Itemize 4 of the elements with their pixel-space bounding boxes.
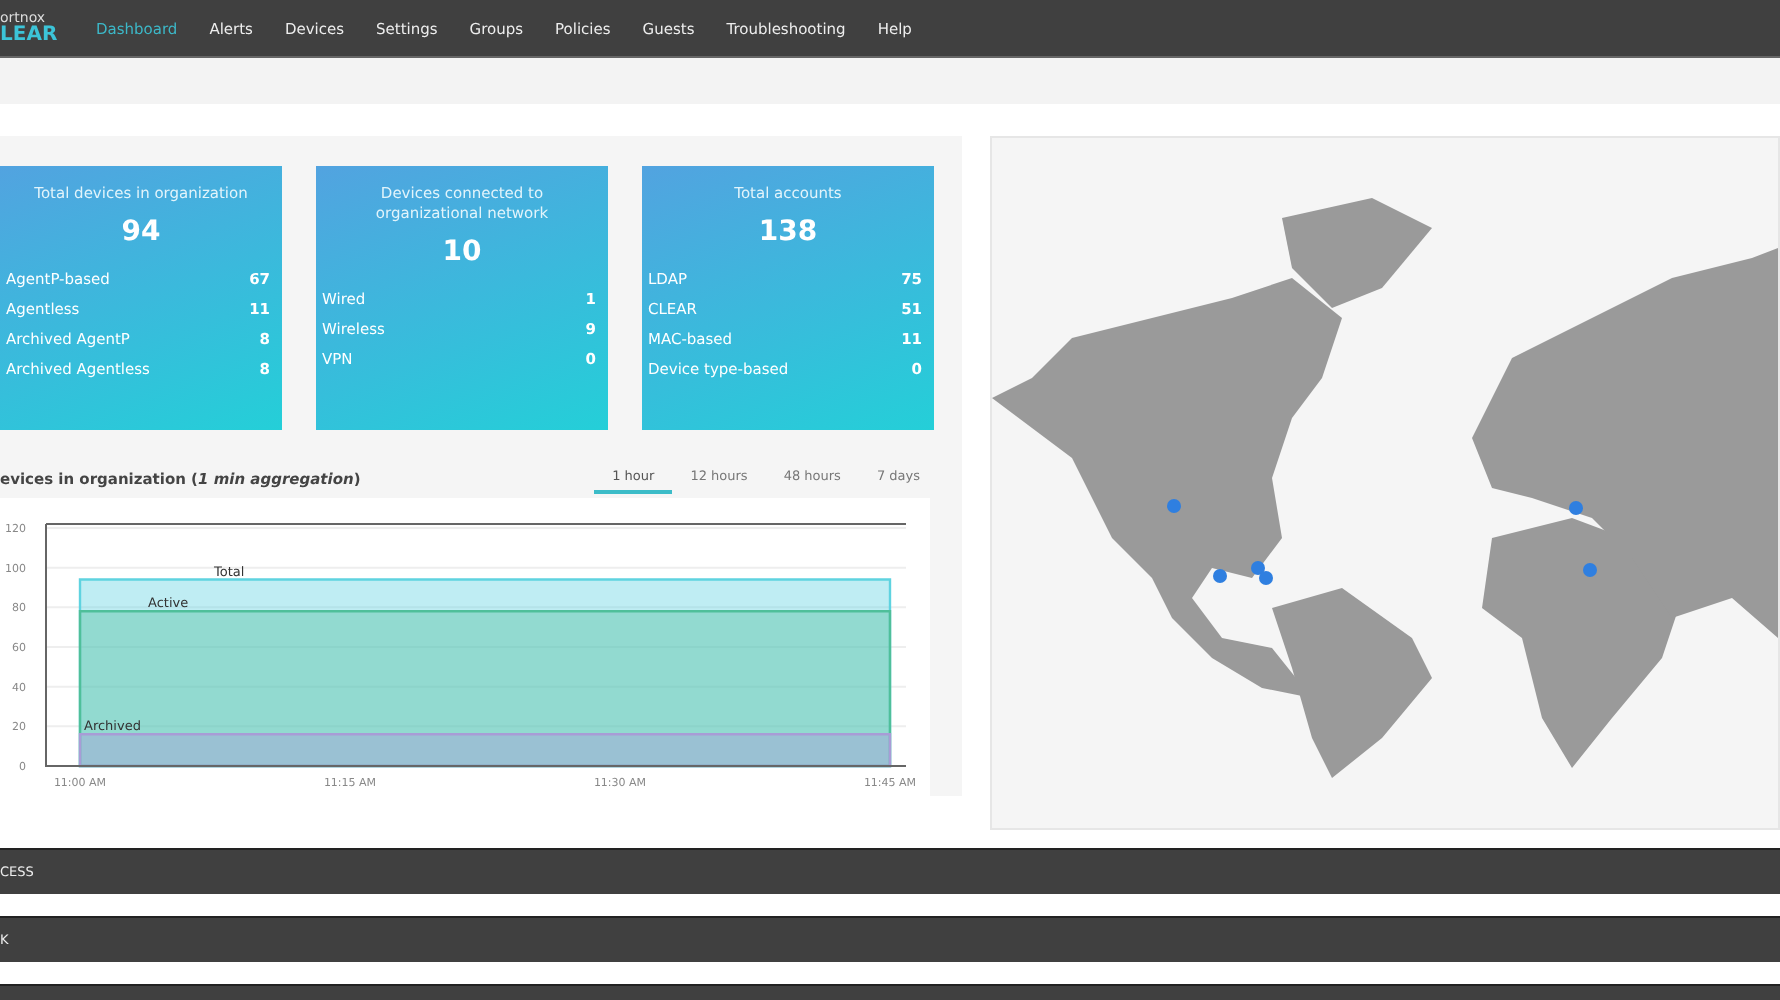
card-total: 10 (440, 235, 484, 267)
card-total: 94 (119, 215, 163, 248)
logo-text: LEAR (0, 25, 60, 45)
card-total: 138 (756, 215, 820, 248)
